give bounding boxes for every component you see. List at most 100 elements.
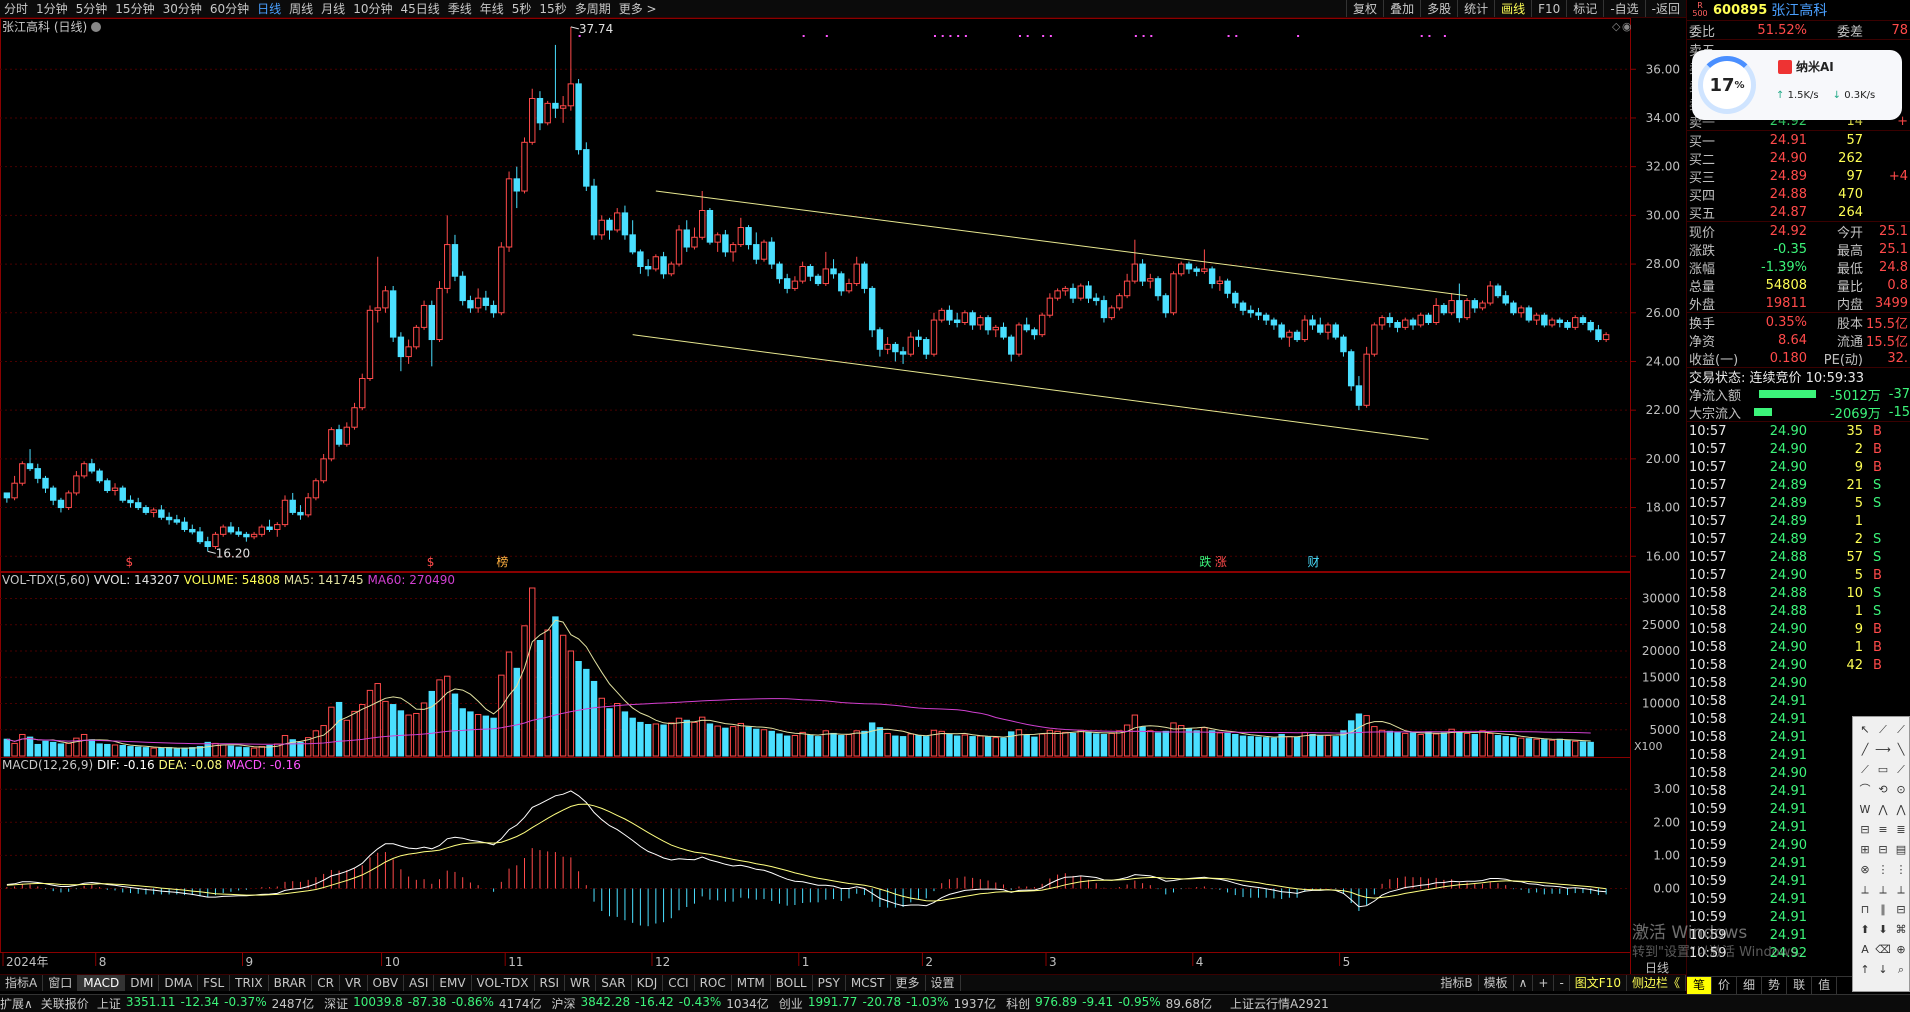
drawing-tool-icon[interactable]: ⊕ — [1893, 943, 1909, 957]
drawing-tool-icon[interactable]: ⊓ — [1857, 903, 1873, 917]
indicator-tab[interactable]: KDJ — [632, 975, 664, 991]
sidebar-toggle[interactable]: 侧边栏《 — [1627, 975, 1686, 991]
action-tab[interactable]: 叠加 — [1383, 0, 1420, 17]
indicator-tail-btn[interactable]: ∧ — [1514, 975, 1534, 991]
drawing-tool-icon[interactable]: ⋀ — [1893, 803, 1909, 817]
indicator-tab[interactable]: VR — [340, 975, 368, 991]
action-tab[interactable]: 统计 — [1457, 0, 1494, 17]
action-tab[interactable]: 画线 — [1494, 0, 1531, 17]
action-tab[interactable]: 标记 — [1566, 0, 1603, 17]
sidebar-foot-tab[interactable]: 笔 — [1687, 977, 1713, 994]
event-marker[interactable]: 涨 — [1215, 554, 1227, 569]
status-tail[interactable]: 上证云行情A2921 — [1230, 995, 1329, 1012]
sidebar-foot-tab[interactable]: 联 — [1787, 977, 1813, 994]
indicator-tab[interactable]: PSY — [813, 975, 846, 991]
stock-name[interactable]: 张江高科 — [1771, 0, 1827, 20]
indicator-tail-btn[interactable]: 指标B — [1435, 975, 1479, 991]
index-item[interactable]: 创业 1991.77 -20.78 -1.03% 1937亿 — [779, 995, 996, 1012]
drawing-toolbox[interactable]: ↖ ⟋ ⟋ ╱ ⟶ ╲ ⟋ ▭ ⟋ ⌒ ⟲ ⊙ W ⋀ ⋀ ⊟ ≡ ≣ ⊞ ⊟ ▤ ⊗ ⋮ ⋮ ⟂ ⟂ ⟂ ⊓ ∥ ⊟ ⬆ ⬇ ⌘ A ⌫ ⊕ ↑ ↓ ⌕ — [1852, 716, 1910, 992]
indicator-tab[interactable]: DMA — [159, 975, 199, 991]
drawing-tool-icon[interactable]: ⊟ — [1857, 823, 1873, 837]
indicator-tail-btn[interactable]: + — [1533, 975, 1555, 991]
sidebar-foot-tab[interactable]: 势 — [1762, 977, 1788, 994]
drawing-tool-icon[interactable]: ⋀ — [1875, 803, 1891, 817]
drawing-tool-icon[interactable]: ⟂ — [1857, 883, 1873, 897]
drawing-tool-icon[interactable]: ⟂ — [1893, 883, 1909, 897]
event-marker[interactable]: $ — [125, 555, 133, 569]
drawing-tool-icon[interactable]: ⟋ — [1893, 763, 1909, 777]
drawing-tool-icon[interactable]: ⟂ — [1875, 883, 1891, 897]
period-tab[interactable]: 15秒 — [535, 0, 570, 17]
period-tab[interactable]: 周线 — [285, 0, 317, 17]
book-row[interactable]: 买四 24.88 470 — [1687, 185, 1910, 204]
drawing-tool-icon[interactable]: ⟶ — [1875, 743, 1891, 757]
vol-indicator-name[interactable]: VOL-TDX(5,60) — [2, 573, 90, 587]
index-item[interactable]: 深证 10039.8 -87.38 -0.86% 4174亿 — [324, 995, 541, 1012]
period-tab[interactable]: 10分钟 — [349, 0, 396, 17]
channel-upper-line[interactable] — [655, 190, 1468, 297]
indicator-tail-btn[interactable]: 模板 — [1479, 975, 1514, 991]
drawing-tool-icon[interactable]: ⟋ — [1857, 763, 1873, 777]
options-icon[interactable]: ◉ — [1622, 20, 1632, 33]
drawing-tool-icon[interactable]: ▭ — [1875, 763, 1891, 777]
indicator-tail-btn[interactable]: - — [1554, 975, 1570, 991]
drawing-tool-icon[interactable]: ⌘ — [1893, 923, 1909, 937]
index-item[interactable]: 科创 976.89 -9.41 -0.95% 89.68亿 — [1006, 995, 1212, 1012]
drawing-tool-icon[interactable]: ⊙ — [1893, 783, 1909, 797]
drawing-tool-icon[interactable]: ⬇ — [1875, 923, 1891, 937]
ai-popup[interactable]: 17% 纳米AI ↑ 1.5K/s ↓ 0.3K/s — [1692, 50, 1902, 120]
event-marker[interactable]: 跌 — [1199, 554, 1211, 569]
indicator-tab[interactable]: BRAR — [269, 975, 313, 991]
indicator-tab[interactable]: DMI — [125, 975, 160, 991]
period-tab[interactable]: 多周期 — [571, 0, 615, 17]
drawing-tool-icon[interactable]: ≣ — [1893, 823, 1909, 837]
drawing-tool-icon[interactable]: ⊗ — [1857, 863, 1873, 877]
drawing-tool-icon[interactable]: ⊞ — [1857, 843, 1873, 857]
indicator-tab[interactable]: 窗口 — [43, 975, 79, 991]
drawing-tool-icon[interactable]: ⌫ — [1875, 943, 1891, 957]
period-tab[interactable]: 更多 > — [615, 0, 661, 17]
stock-code[interactable]: 600895 — [1713, 3, 1767, 18]
drawing-tool-icon[interactable]: ⟋ — [1875, 723, 1891, 737]
indicator-tab[interactable]: MCST — [846, 975, 891, 991]
drawing-tool-icon[interactable]: ↑ — [1857, 963, 1873, 977]
period-tab[interactable]: 15分钟 — [111, 0, 158, 17]
ext-tab[interactable]: 扩展∧ — [0, 995, 33, 1012]
book-row[interactable]: 买二 24.90 262 — [1687, 149, 1910, 168]
drawing-tool-icon[interactable]: W — [1857, 803, 1873, 817]
action-tab[interactable]: 复权 — [1346, 0, 1383, 17]
indicator-tab[interactable]: RSI — [535, 975, 566, 991]
drawing-tool-icon[interactable]: ⊟ — [1893, 903, 1909, 917]
action-tab[interactable]: -返回 — [1644, 0, 1686, 17]
channel-lower-line[interactable] — [632, 334, 1429, 440]
indicator-tab[interactable]: BOLL — [771, 975, 813, 991]
action-tab[interactable]: -自选 — [1603, 0, 1644, 17]
book-row[interactable]: 买五 24.87 264 — [1687, 203, 1910, 222]
drawing-tool-icon[interactable]: ▤ — [1893, 843, 1909, 857]
drawing-tool-icon[interactable]: ↖ — [1857, 723, 1873, 737]
period-tab[interactable]: 年线 — [476, 0, 508, 17]
ext-tab[interactable]: 关联报价 — [41, 995, 89, 1012]
diamond-icon[interactable]: ◇ — [1612, 20, 1621, 33]
drawing-tool-icon[interactable]: ⌒ — [1857, 783, 1873, 797]
book-row[interactable]: 买一 24.91 57 — [1687, 131, 1910, 150]
drawing-tool-icon[interactable]: ⟲ — [1875, 783, 1891, 797]
indicator-tab[interactable]: MACD — [78, 975, 126, 991]
indicator-tab[interactable]: VOL-TDX — [472, 975, 535, 991]
action-tab[interactable]: 多股 — [1420, 0, 1457, 17]
indicator-tab[interactable]: 设置 — [926, 975, 961, 991]
period-tab[interactable]: 1分钟 — [32, 0, 72, 17]
event-marker[interactable]: 财 — [1308, 555, 1320, 569]
indicator-tab[interactable]: 更多 — [891, 975, 926, 991]
indicator-tab[interactable]: EMV — [434, 975, 472, 991]
period-tab[interactable]: 5秒 — [508, 0, 536, 17]
chart-svg[interactable]: 36.0034.0032.0030.0028.0026.0024.0022.00… — [0, 18, 1686, 974]
period-tab[interactable]: 5分钟 — [72, 0, 112, 17]
period-tab[interactable]: 30分钟 — [159, 0, 206, 17]
book-row[interactable]: 买三 24.89 97 +4 — [1687, 167, 1910, 186]
drawing-tool-icon[interactable]: ⋮ — [1875, 863, 1891, 877]
macd-indicator-name[interactable]: MACD(12,26,9) — [2, 758, 93, 772]
sidebar-foot-tab[interactable]: 价 — [1712, 977, 1738, 994]
indicator-tab[interactable]: TRIX — [230, 975, 269, 991]
drawing-tool-icon[interactable]: ↓ — [1875, 963, 1891, 977]
